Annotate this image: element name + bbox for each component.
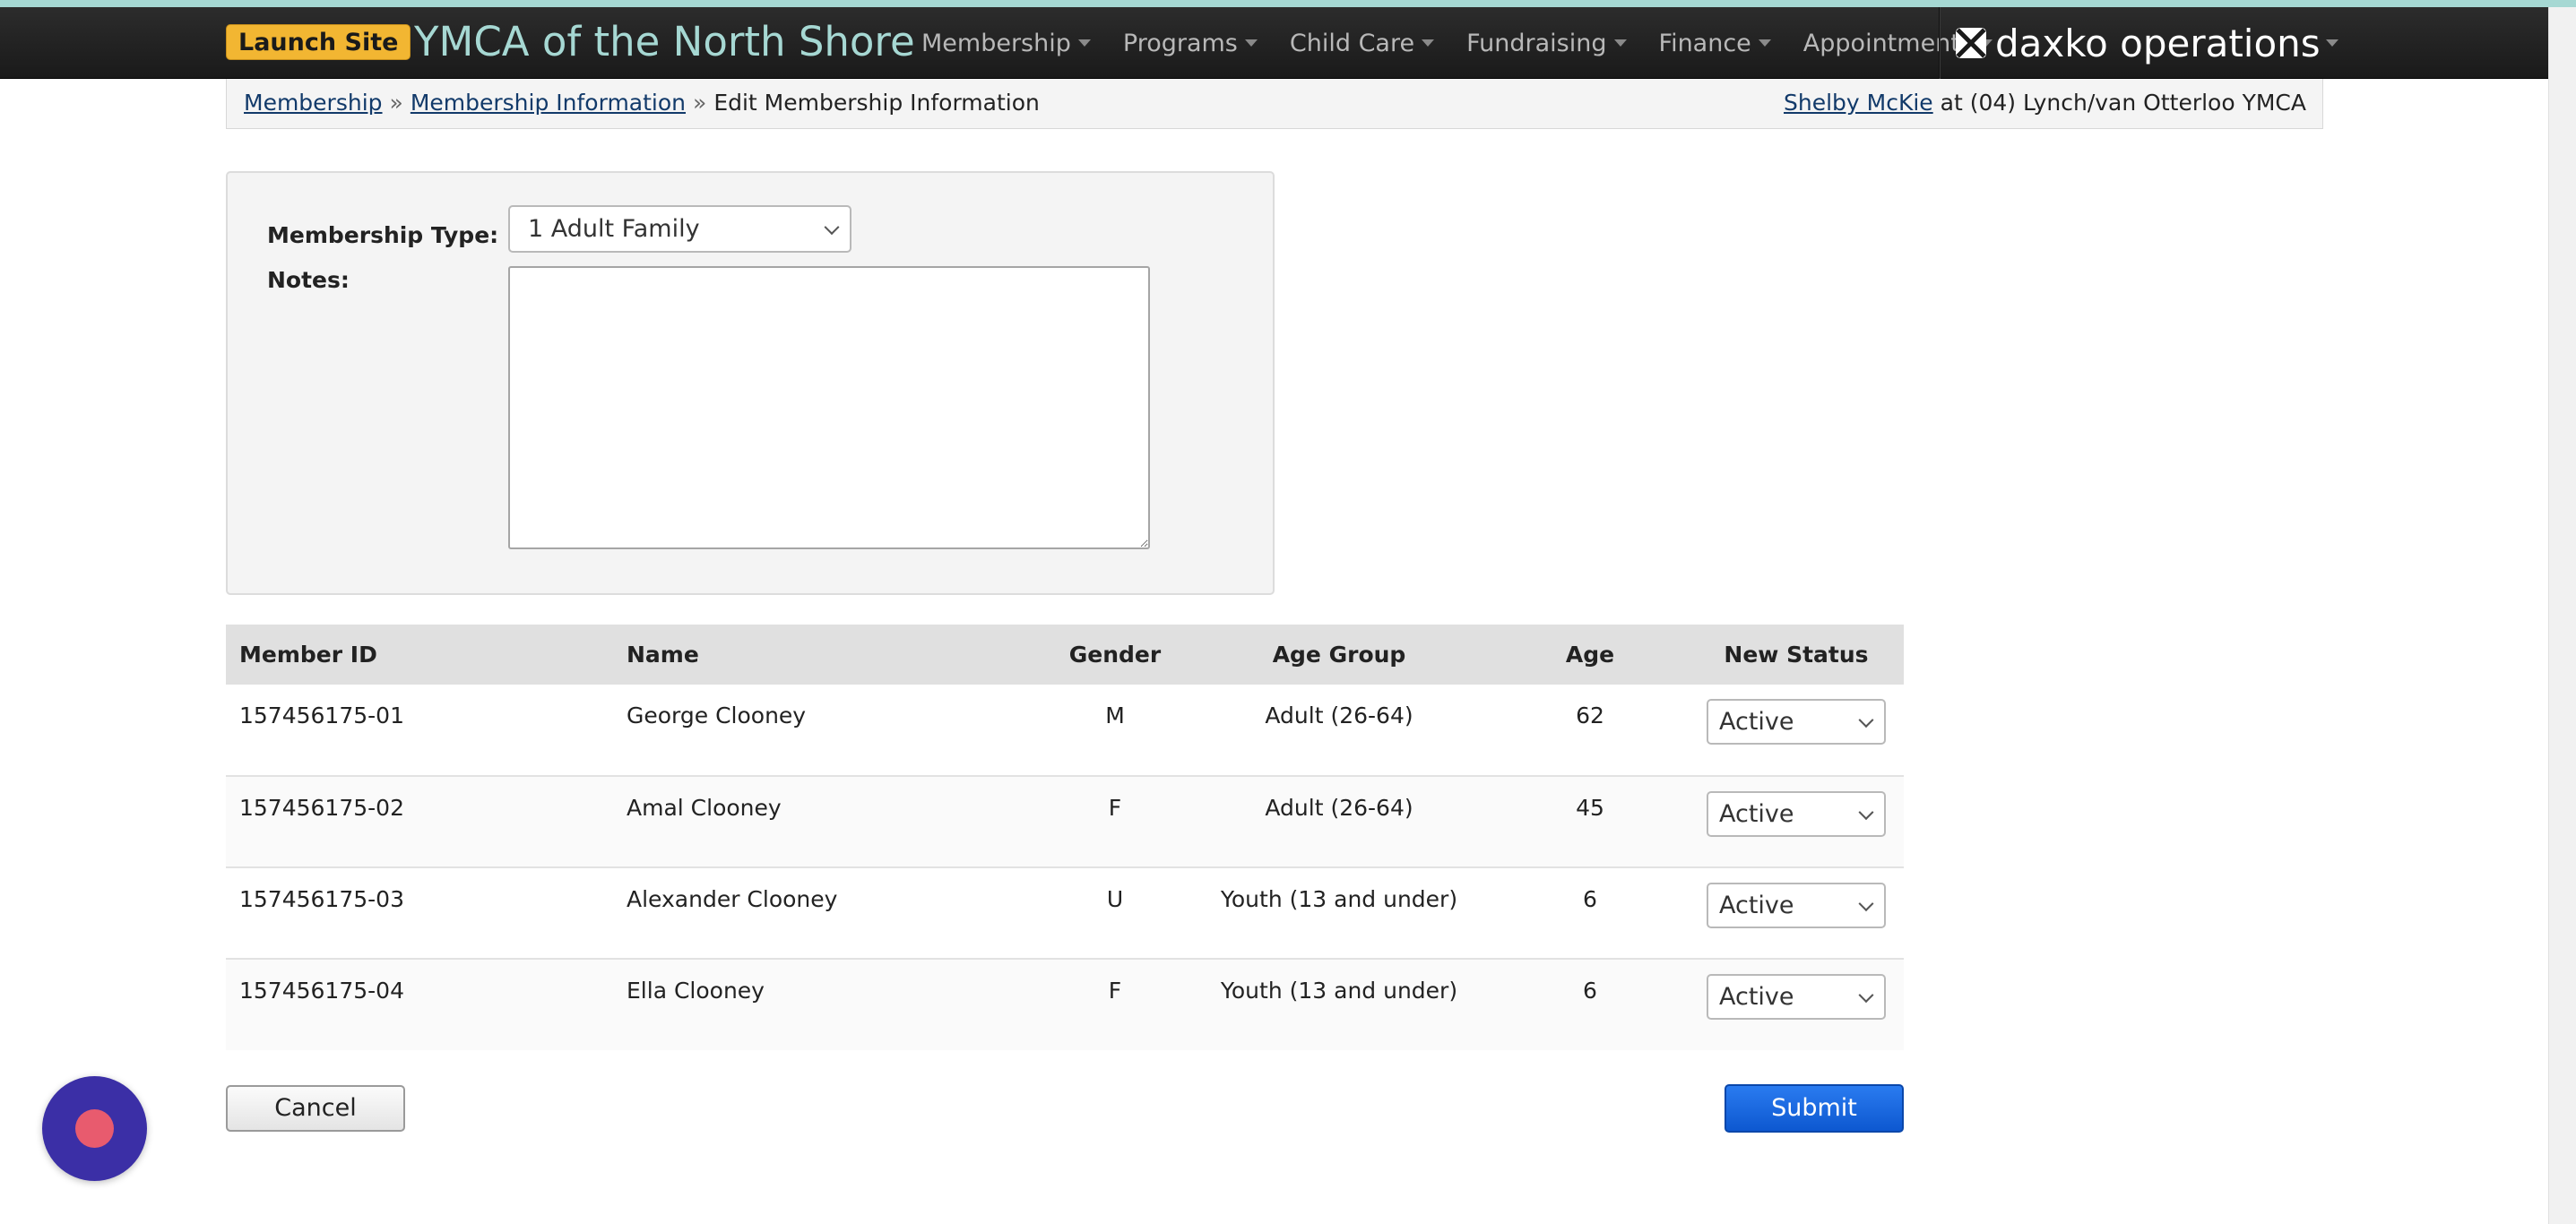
column-header-member-id[interactable]: Member ID <box>226 625 613 685</box>
top-navbar: Launch Site YMCA of the North Shore Memb… <box>0 7 2576 79</box>
brand-menu[interactable]: daxko operations <box>1956 7 2338 79</box>
column-header-gender[interactable]: Gender <box>1043 625 1187 685</box>
new-status-select[interactable]: Active <box>1707 883 1886 928</box>
nav-child-care[interactable]: Child Care <box>1274 30 1450 57</box>
member-age-cell: 45 <box>1491 776 1689 868</box>
column-header-name[interactable]: Name <box>613 625 1043 685</box>
column-header-age-group[interactable]: Age Group <box>1187 625 1491 685</box>
notes-textarea[interactable] <box>508 266 1150 549</box>
notes-label: Notes: <box>267 267 350 293</box>
caret-down-icon <box>1077 39 1091 47</box>
nav-label: Fundraising <box>1466 29 1607 57</box>
chevron-down-icon <box>1858 804 1874 820</box>
status-value: Active <box>1719 983 1794 1011</box>
member-name-cell: Alexander Clooney <box>613 867 1043 960</box>
membership-type-label: Membership Type: <box>267 222 499 248</box>
status-value: Active <box>1719 708 1794 736</box>
member-gender-cell: F <box>1043 776 1187 868</box>
launch-site-button[interactable]: Launch Site <box>226 24 411 60</box>
chevron-down-icon <box>824 219 840 235</box>
member-gender-cell: M <box>1043 685 1187 777</box>
chat-widget-button[interactable] <box>42 1076 147 1181</box>
breadcrumb-current: Edit Membership Information <box>713 90 1040 116</box>
breadcrumb: Membership» Membership Information» Edit M… <box>226 79 2323 129</box>
nav-programs[interactable]: Programs <box>1107 30 1274 57</box>
user-name-link[interactable]: Shelby McKie <box>1784 90 1933 116</box>
main-nav: Membership Programs Child Care Fundraisi… <box>905 7 2009 79</box>
caret-down-icon <box>1422 39 1435 47</box>
user-info: Shelby McKie at (04) Lynch/van Otterloo … <box>1784 79 2306 127</box>
site-title[interactable]: YMCA of the North Shore <box>414 16 915 68</box>
caret-down-icon <box>1244 39 1258 47</box>
member-age-cell: 6 <box>1491 959 1689 1050</box>
member-status-cell: Active <box>1689 776 1904 868</box>
table-row: 157456175-03 Alexander Clooney U Youth (… <box>226 867 1904 960</box>
caret-down-icon <box>1758 39 1771 47</box>
membership-form-panel: Membership Type: 1 Adult Family Notes: <box>226 171 1275 595</box>
brand-label: daxko operations <box>1995 21 2321 65</box>
member-name-cell: George Clooney <box>613 685 1043 777</box>
member-gender-cell: F <box>1043 959 1187 1050</box>
membership-type-select[interactable]: 1 Adult Family <box>508 205 851 253</box>
new-status-select[interactable]: Active <box>1707 699 1886 745</box>
member-id-cell: 157456175-03 <box>226 867 613 960</box>
nav-label: Membership <box>921 29 1071 57</box>
nav-label: Child Care <box>1289 29 1415 57</box>
member-status-cell: Active <box>1689 959 1904 1050</box>
cancel-button[interactable]: Cancel <box>226 1085 405 1132</box>
table-row: 157456175-01 George Clooney M Adult (26-… <box>226 685 1904 777</box>
chevron-down-icon <box>1858 895 1874 911</box>
breadcrumb-separator-icon: » <box>389 90 403 116</box>
member-name-cell: Ella Clooney <box>613 959 1043 1050</box>
status-value: Active <box>1719 800 1794 828</box>
member-gender-cell: U <box>1043 867 1187 960</box>
chevron-down-icon <box>1858 711 1874 728</box>
member-status-cell: Active <box>1689 685 1904 777</box>
membership-type-value: 1 Adult Family <box>528 215 700 243</box>
table-header-row: Member ID Name Gender Age Group Age New … <box>226 625 1904 685</box>
member-age-group-cell: Adult (26-64) <box>1187 776 1491 868</box>
top-accent-bar <box>0 0 2576 7</box>
chevron-down-icon <box>1858 987 1874 1003</box>
column-header-age[interactable]: Age <box>1491 625 1689 685</box>
daxko-logo-icon <box>1956 28 1986 58</box>
new-status-select[interactable]: Active <box>1707 791 1886 837</box>
nav-label: Finance <box>1658 29 1751 57</box>
nav-label: Programs <box>1122 29 1238 57</box>
member-id-cell: 157456175-01 <box>226 685 613 777</box>
member-age-cell: 6 <box>1491 867 1689 960</box>
breadcrumb-membership-information-link[interactable]: Membership Information <box>411 90 686 116</box>
breadcrumb-trail: Membership» Membership Information» Edit M… <box>244 79 1040 127</box>
caret-down-icon <box>2325 39 2338 47</box>
submit-button[interactable]: Submit <box>1725 1084 1904 1133</box>
caret-down-icon <box>1613 39 1627 47</box>
table-row: 157456175-04 Ella Clooney F Youth (13 an… <box>226 959 1904 1050</box>
member-age-group-cell: Youth (13 and under) <box>1187 959 1491 1050</box>
breadcrumb-membership-link[interactable]: Membership <box>244 90 383 116</box>
member-name-cell: Amal Clooney <box>613 776 1043 868</box>
nav-fundraising[interactable]: Fundraising <box>1450 30 1642 57</box>
member-id-cell: 157456175-04 <box>226 959 613 1050</box>
new-status-select[interactable]: Active <box>1707 974 1886 1020</box>
member-age-cell: 62 <box>1491 685 1689 777</box>
nav-finance[interactable]: Finance <box>1643 30 1787 57</box>
record-dot-icon <box>75 1109 114 1148</box>
member-age-group-cell: Youth (13 and under) <box>1187 867 1491 960</box>
user-location: at (04) Lynch/van Otterloo YMCA <box>1940 90 2306 116</box>
member-id-cell: 157456175-02 <box>226 776 613 868</box>
breadcrumb-separator-icon: » <box>693 90 707 116</box>
member-status-cell: Active <box>1689 867 1904 960</box>
status-value: Active <box>1719 892 1794 919</box>
members-table: Member ID Name Gender Age Group Age New … <box>226 625 1904 1050</box>
page-scrollbar[interactable] <box>2548 7 2576 1224</box>
table-row: 157456175-02 Amal Clooney F Adult (26-64… <box>226 776 1904 868</box>
column-header-new-status[interactable]: New Status <box>1689 625 1904 685</box>
nav-membership[interactable]: Membership <box>905 30 1107 57</box>
nav-divider <box>1939 7 1941 79</box>
nav-label: Appointments <box>1802 29 1973 57</box>
member-age-group-cell: Adult (26-64) <box>1187 685 1491 777</box>
